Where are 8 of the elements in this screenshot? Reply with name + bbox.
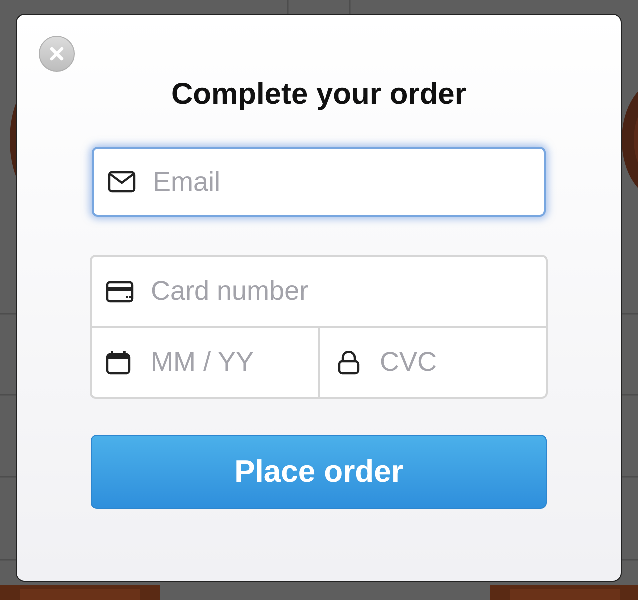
email-field[interactable]: Email [92, 147, 546, 217]
cvc-field[interactable]: CVC [318, 326, 548, 399]
expiry-field[interactable]: MM / YY [90, 326, 320, 399]
close-icon [49, 46, 65, 62]
place-order-button[interactable]: Place order [91, 435, 547, 509]
dialog-title: Complete your order [171, 77, 467, 113]
card-number-field[interactable]: Card number [90, 255, 548, 328]
close-button[interactable] [39, 36, 75, 72]
